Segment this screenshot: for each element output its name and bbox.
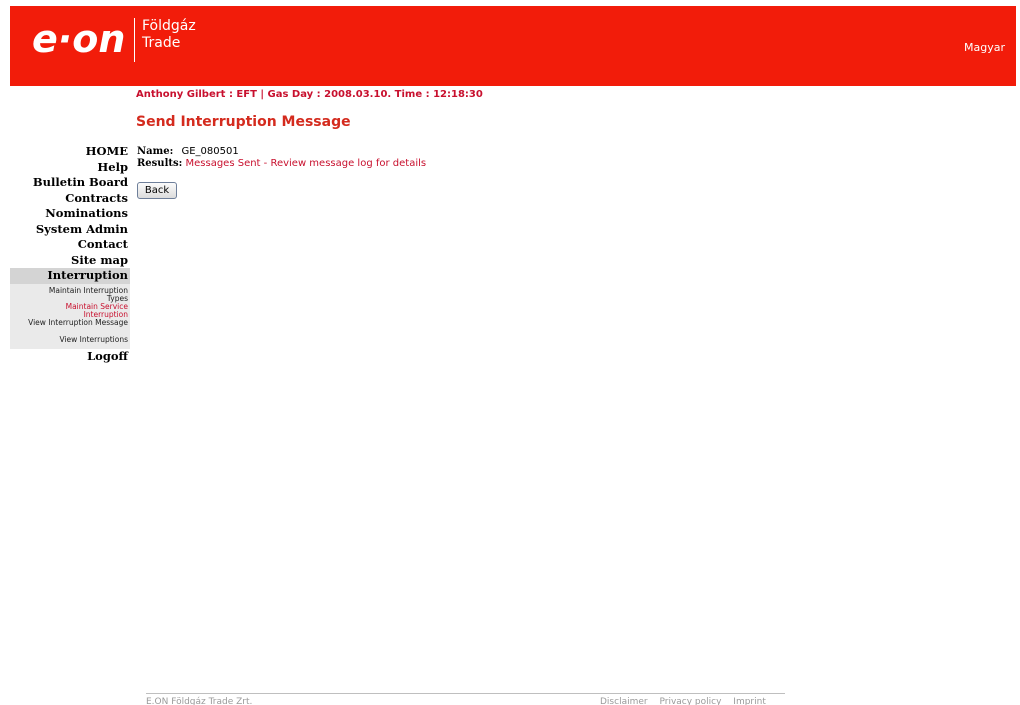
footer-link-privacy-policy[interactable]: Privacy policy	[659, 697, 721, 705]
footer-link-disclaimer[interactable]: Disclaimer	[600, 697, 648, 705]
brand-line-1: Földgáz	[142, 18, 196, 34]
subnav-maintain-service-interruption[interactable]: Maintain Service Interruption	[10, 302, 130, 319]
results-row: Results: Messages Sent - Review message …	[137, 158, 426, 170]
header-banner: e·on Földgáz Trade Magyar	[10, 6, 1016, 86]
user-status-line: Anthony Gilbert : EFT | Gas Day : 2008.0…	[136, 89, 483, 100]
name-value: GE_080501	[181, 146, 239, 157]
name-row: Name: GE_080501	[137, 146, 426, 158]
nav-item-nominations[interactable]: Nominations	[10, 206, 130, 222]
language-link[interactable]: Magyar	[964, 41, 1005, 54]
brand-name: Földgáz Trade	[142, 18, 196, 52]
footer-company: E.ON Földgáz Trade Zrt.	[146, 697, 253, 705]
back-button[interactable]: Back	[137, 182, 177, 199]
nav-item-contact[interactable]: Contact	[10, 237, 130, 253]
footer-links: Disclaimer Privacy policy Imprint	[600, 697, 775, 705]
nav-item-logoff[interactable]: Logoff	[10, 349, 130, 365]
nav-item-site-map[interactable]: Site map	[10, 253, 130, 269]
subnav-maintain-interruption-types[interactable]: Maintain Interruption Types	[10, 286, 130, 303]
interruption-submenu: Maintain Interruption Types Maintain Ser…	[10, 283, 130, 349]
nav-item-bulletin-board[interactable]: Bulletin Board	[10, 175, 130, 191]
logo-divider	[134, 18, 135, 62]
results-label: Results:	[137, 158, 183, 169]
result-panel: Name: GE_080501 Results: Messages Sent -…	[137, 146, 426, 170]
nav-item-help[interactable]: Help	[10, 160, 130, 176]
name-label: Name:	[137, 146, 174, 157]
page-title: Send Interruption Message	[136, 114, 351, 130]
footer-divider	[146, 693, 785, 694]
results-value: Messages Sent - Review message log for d…	[185, 158, 427, 169]
nav-item-contracts[interactable]: Contracts	[10, 191, 130, 207]
subnav-view-interruption-message[interactable]: View Interruption Message	[10, 318, 130, 327]
eon-logo[interactable]: e·on	[32, 19, 125, 59]
subnav-view-interruptions[interactable]: View Interruptions	[10, 335, 130, 344]
sidebar-nav: HOME Help Bulletin Board Contracts Nomin…	[10, 144, 130, 364]
nav-item-interruption[interactable]: Interruption	[10, 268, 130, 284]
brand-line-2: Trade	[142, 35, 181, 51]
footer-link-imprint[interactable]: Imprint	[733, 697, 766, 705]
nav-item-system-admin[interactable]: System Admin	[10, 222, 130, 238]
nav-item-home[interactable]: HOME	[10, 144, 130, 160]
